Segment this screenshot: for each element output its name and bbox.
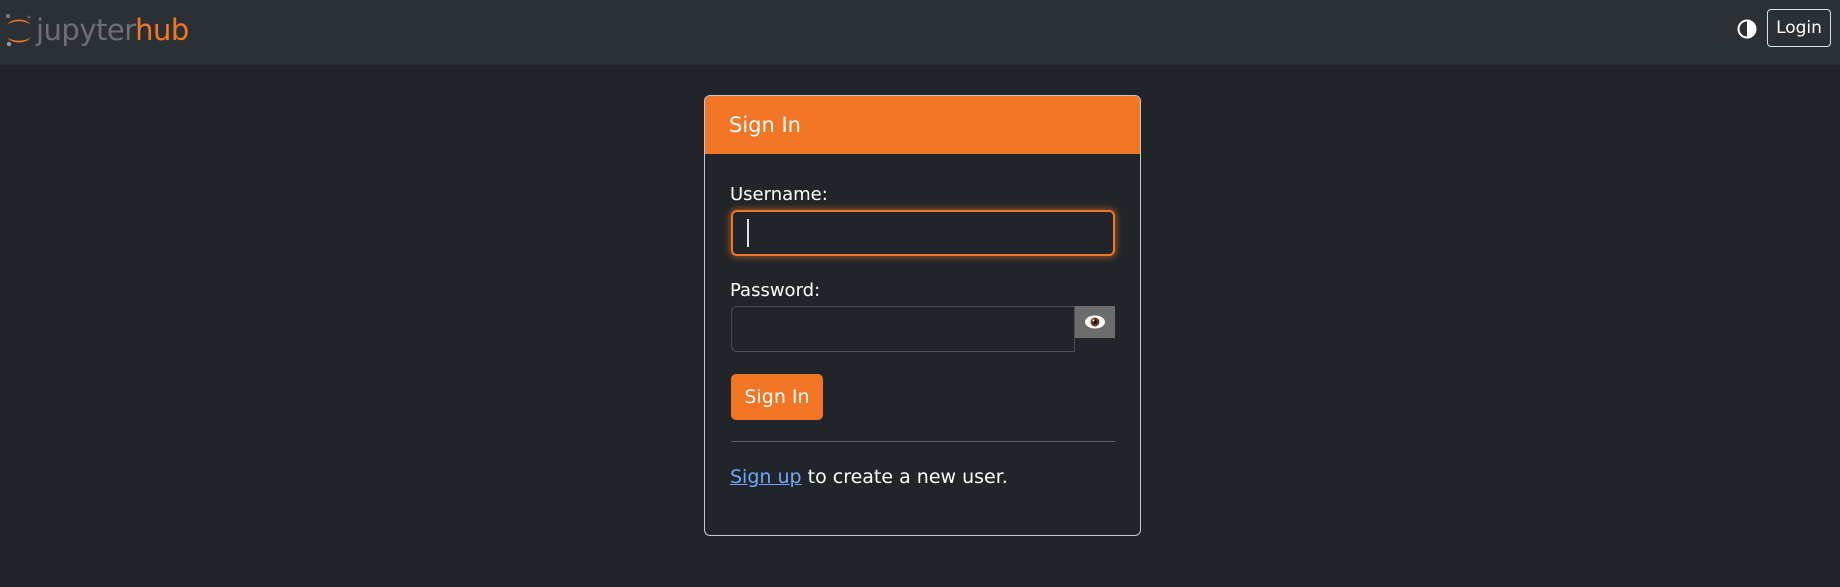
divider xyxy=(731,441,1115,442)
navbar: jupyterhub Login xyxy=(0,0,1840,65)
password-input[interactable] xyxy=(731,306,1075,352)
theme-toggle-button[interactable] xyxy=(1735,17,1759,41)
logo-text-jupyter: jupyter xyxy=(36,12,136,47)
signin-card: Sign In Username: Password: Sign In Sign… xyxy=(704,95,1141,536)
signin-card-title: Sign In xyxy=(729,113,801,137)
logo-text-hub: hub xyxy=(135,12,189,47)
signin-card-header: Sign In xyxy=(705,96,1140,154)
contrast-icon xyxy=(1737,19,1757,39)
text-caret xyxy=(747,219,749,247)
jupyter-logo-icon xyxy=(5,13,31,47)
login-button[interactable]: Login xyxy=(1767,9,1831,47)
signup-prompt-text: to create a new user. xyxy=(801,466,1008,488)
logo-text: jupyterhub xyxy=(36,12,189,47)
password-label: Password: xyxy=(730,280,821,301)
username-label: Username: xyxy=(730,184,828,205)
jupyterhub-logo[interactable]: jupyterhub xyxy=(3,10,189,50)
show-password-button[interactable] xyxy=(1075,306,1115,338)
signin-submit-button[interactable]: Sign In xyxy=(731,374,823,420)
username-input[interactable] xyxy=(731,210,1115,256)
eye-icon xyxy=(1085,315,1105,329)
signup-prompt: Sign up to create a new user. xyxy=(730,466,1008,488)
signup-link[interactable]: Sign up xyxy=(730,466,802,488)
